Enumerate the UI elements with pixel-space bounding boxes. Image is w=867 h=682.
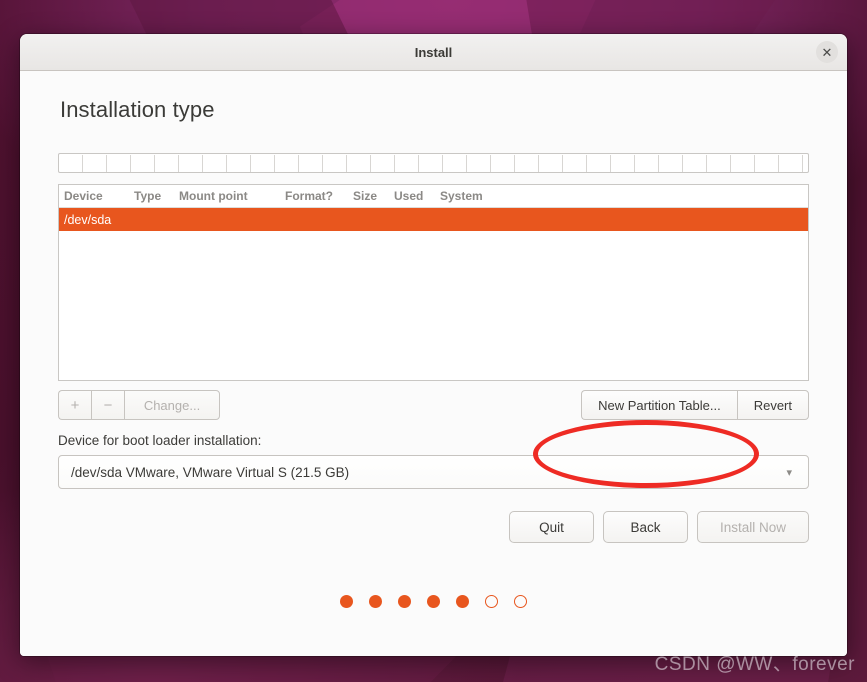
watermark-text: CSDN @WW、forever: [654, 654, 855, 675]
column-header-used[interactable]: Used: [394, 189, 440, 203]
partition-table[interactable]: Device Type Mount point Format? Size Use…: [58, 184, 809, 381]
remove-partition-button[interactable]: −: [91, 390, 124, 420]
installer-window: Install ✕ Installation type Device Type …: [20, 34, 847, 656]
revert-button[interactable]: Revert: [736, 390, 809, 420]
column-header-format[interactable]: Format?: [285, 189, 353, 203]
column-header-size[interactable]: Size: [353, 189, 394, 203]
table-row[interactable]: /dev/sda: [59, 208, 808, 231]
progress-dot-3: [398, 595, 411, 608]
partition-table-actions: New Partition Table... Revert: [581, 390, 809, 420]
progress-dot-5: [456, 595, 469, 608]
progress-dot-4: [427, 595, 440, 608]
change-partition-button[interactable]: Change...: [124, 390, 220, 420]
close-icon[interactable]: ✕: [816, 41, 838, 63]
page-title: Installation type: [60, 97, 215, 122]
partition-toolbar: + − Change... New Partition Table... Rev…: [58, 390, 809, 420]
column-header-mount-point[interactable]: Mount point: [179, 189, 285, 203]
chevron-down-icon: ▾: [786, 466, 792, 479]
cell-device: /dev/sda: [64, 212, 112, 227]
column-header-type[interactable]: Type: [134, 189, 179, 203]
column-header-device[interactable]: Device: [64, 189, 134, 203]
progress-dot-2: [369, 595, 382, 608]
add-partition-button[interactable]: +: [58, 390, 91, 420]
table-header-row: Device Type Mount point Format? Size Use…: [59, 185, 808, 208]
dialog-action-buttons: Quit Back Install Now: [58, 511, 809, 543]
partition-edit-group: + − Change...: [58, 390, 220, 420]
bootloader-label: Device for boot loader installation:: [58, 433, 262, 448]
column-header-system[interactable]: System: [440, 189, 520, 203]
progress-dot-7: [514, 595, 527, 608]
window-title: Install: [414, 44, 453, 60]
progress-dots: [20, 595, 847, 608]
bootloader-selected-value: /dev/sda VMware, VMware Virtual S (21.5 …: [71, 464, 350, 480]
progress-dot-1: [340, 595, 353, 608]
install-now-button[interactable]: Install Now: [697, 511, 809, 543]
new-partition-table-button[interactable]: New Partition Table...: [581, 390, 737, 420]
back-button[interactable]: Back: [603, 511, 688, 543]
installer-content: Installation type Device Type Mount poin…: [20, 71, 847, 656]
bootloader-device-select[interactable]: /dev/sda VMware, VMware Virtual S (21.5 …: [58, 455, 809, 489]
table-empty-area[interactable]: [59, 231, 808, 380]
partition-usage-bar: [58, 153, 809, 173]
window-titlebar: Install ✕: [20, 34, 847, 71]
quit-button[interactable]: Quit: [509, 511, 594, 543]
progress-dot-6: [485, 595, 498, 608]
